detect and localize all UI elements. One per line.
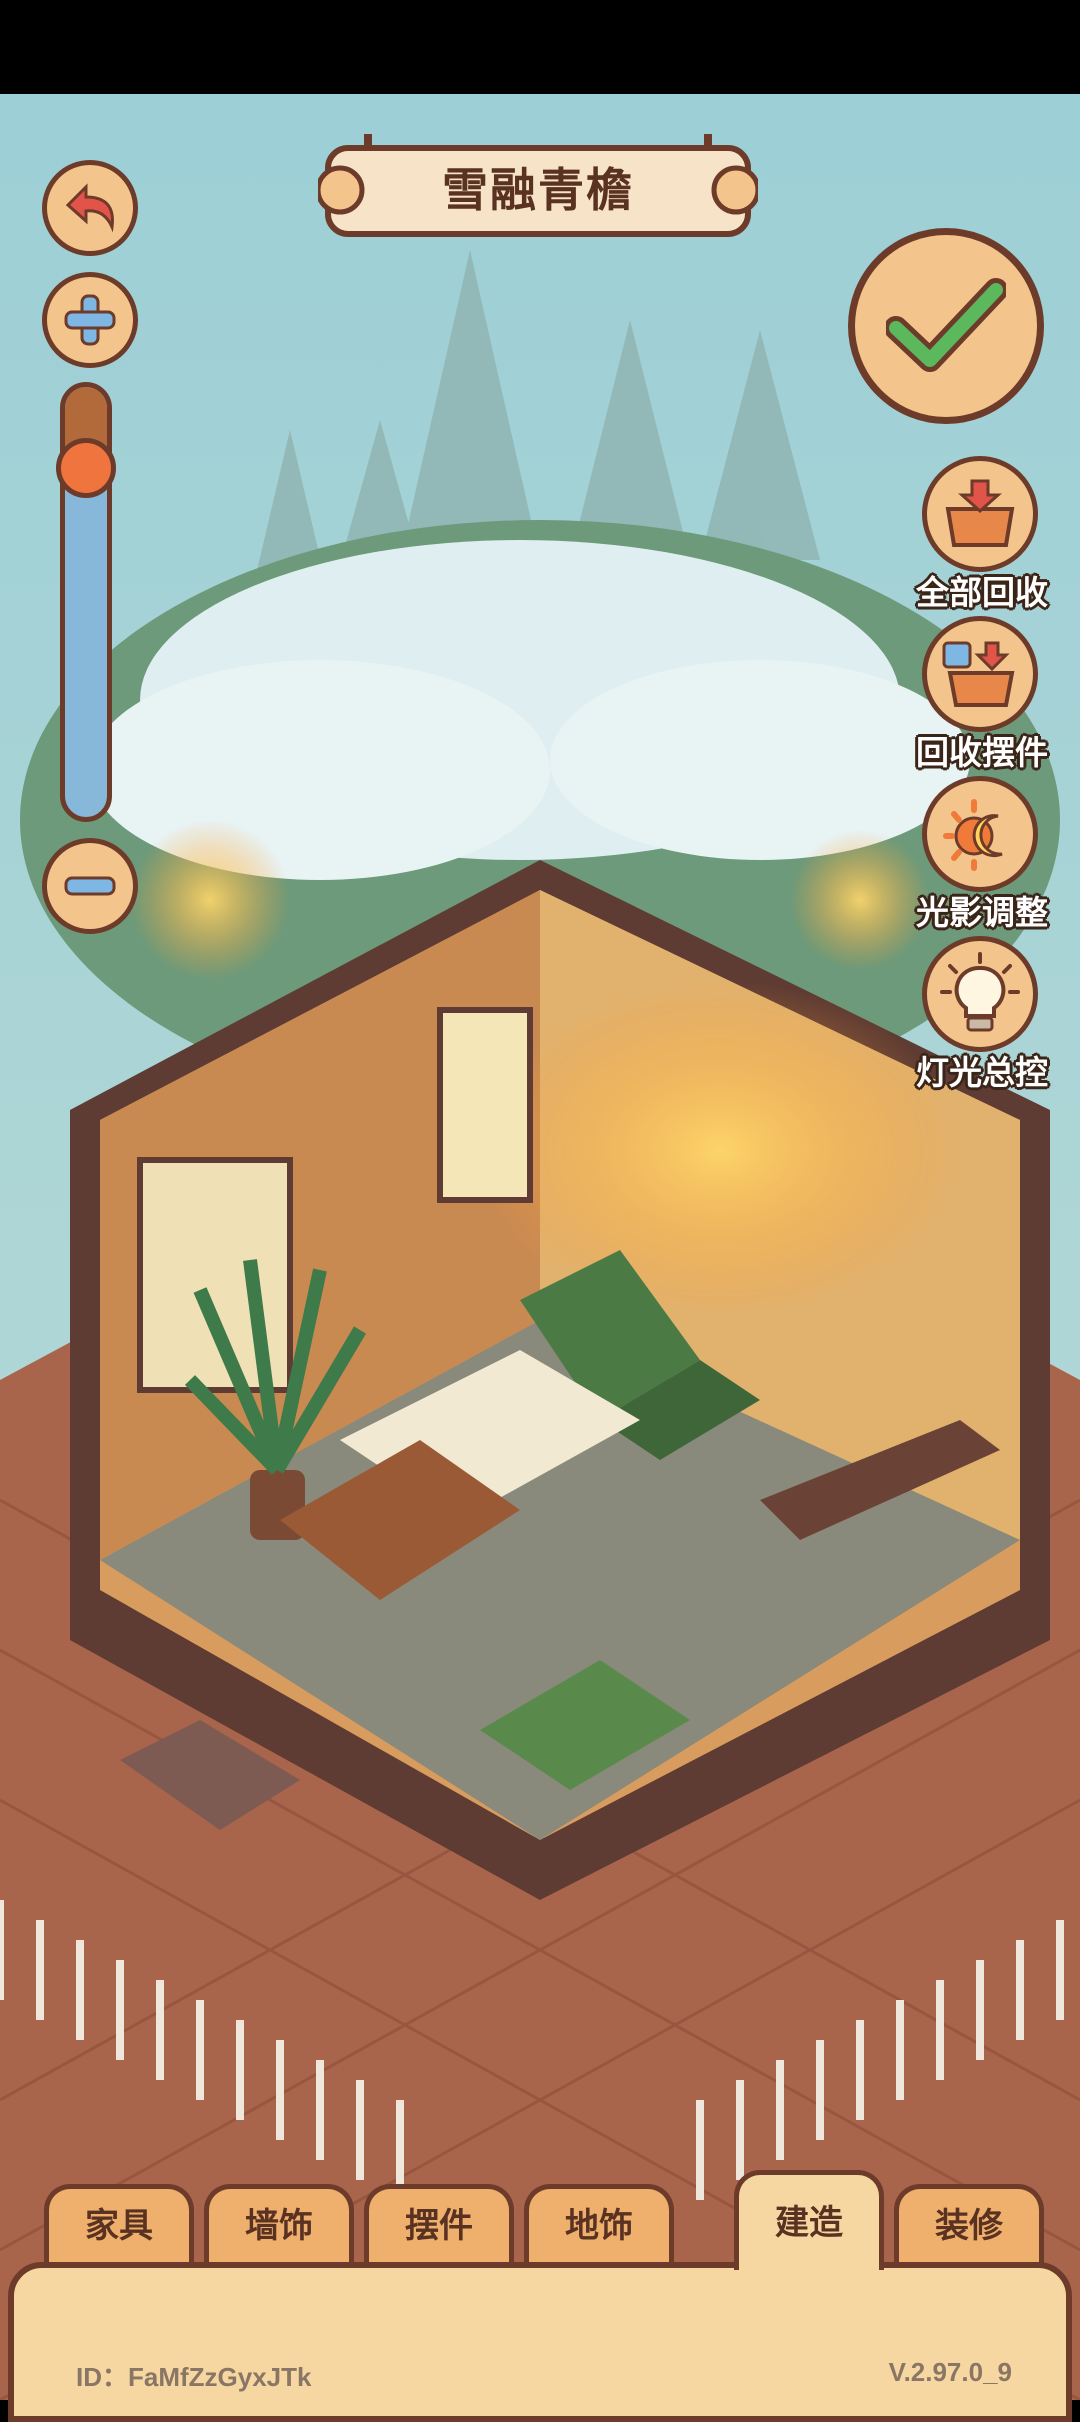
undo-button[interactable] [42,160,138,256]
checkmark-icon [886,278,1006,372]
undo-arrow-icon [65,183,114,233]
tab-wall-decor[interactable]: 墙饰 [204,2184,354,2266]
version-label: V.2.97.0_9 [888,2357,1012,2387]
lightbulb-icon [940,952,1020,1032]
tab-ornaments[interactable]: 摆件 [364,2184,514,2266]
category-tabs: 家具 墙饰 摆件 地饰 建造 装修 [0,2170,1080,2270]
bookshelf [437,1007,533,1203]
recall-decor-button[interactable] [922,616,1038,732]
box-recall-icon [945,479,1015,547]
sun-moon-icon [943,799,1003,871]
status-bar [0,0,1080,94]
room-title: 雪融青檐 [442,163,634,217]
recall-all-label: 全部回收 [916,573,1048,612]
tab-furniture[interactable]: 家具 [44,2184,194,2266]
tab-build[interactable]: 建造 [734,2170,884,2270]
light-control-button[interactable] [922,936,1038,1052]
interior-light [480,980,960,1320]
recall-decor-label: 回收摆件 [916,733,1048,772]
zoom-in-button[interactable] [42,272,138,368]
lantern-glow-left [130,820,290,980]
light-control-label: 灯光总控 [916,1053,1048,1092]
tab-floor-decor[interactable]: 地饰 [524,2184,674,2266]
tab-renovate[interactable]: 装修 [894,2184,1044,2266]
room-title-sign: 雪融青檐 [318,134,758,242]
cup-box-recall-icon [942,641,1015,707]
plus-icon [64,294,116,346]
user-id: ID：FaMfZzGyxJTk [76,2362,312,2392]
light-shadow-label: 光影调整 [916,893,1048,932]
game-scene[interactable] [0,94,1080,2400]
bottom-panel [8,2262,1072,2422]
confirm-button[interactable] [848,228,1044,424]
minus-icon [64,876,116,896]
light-shadow-button[interactable] [922,776,1038,892]
zoom-out-button[interactable] [42,838,138,934]
room-illustration [0,94,1080,2400]
recall-all-button[interactable] [922,456,1038,572]
zoom-slider-knob[interactable] [56,437,116,498]
